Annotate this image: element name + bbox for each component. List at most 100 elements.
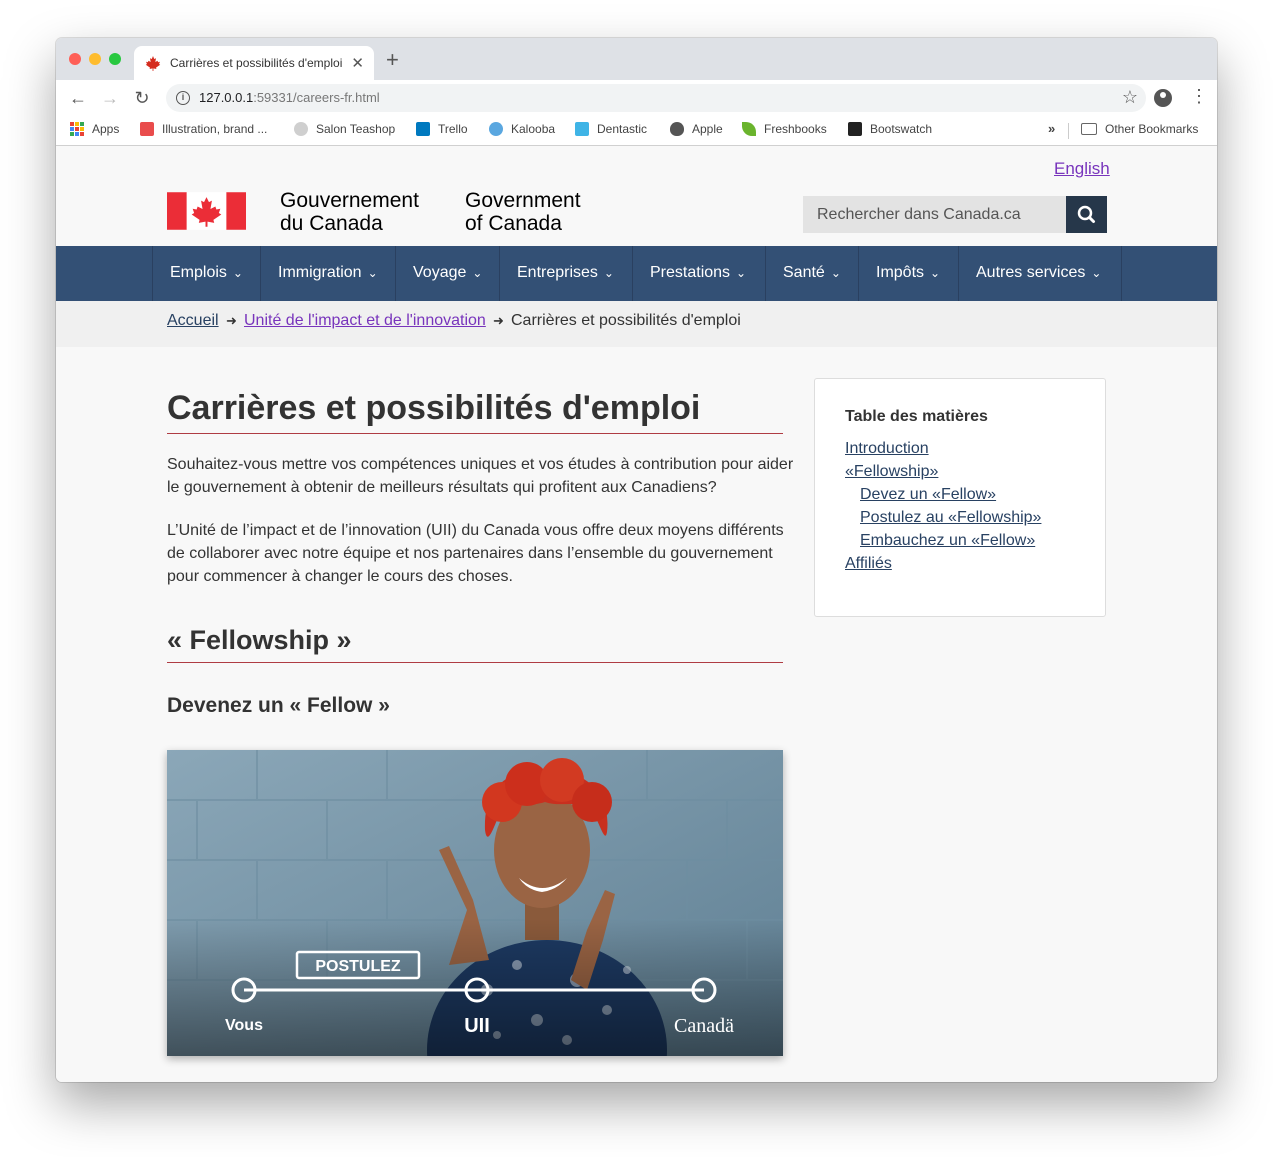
folder-icon xyxy=(1081,123,1097,135)
toc-link-introduction[interactable]: Introduction xyxy=(845,440,929,458)
bookmarks-divider xyxy=(1068,123,1069,139)
bootswatch-favicon-icon xyxy=(848,122,862,136)
signature-fr-line2: du Canada xyxy=(280,212,383,235)
bookmark-star-icon[interactable]: ☆ xyxy=(1122,87,1138,108)
signature-english: Government of Canada xyxy=(465,189,581,235)
close-window-button[interactable] xyxy=(69,53,81,65)
bookmark-trello[interactable]: Trello xyxy=(416,122,468,136)
bookmark-label: Apple xyxy=(692,122,723,136)
main-menu: Emplois ⌄ Immigration ⌄ Voyage ⌄ Entreprise… xyxy=(56,246,1217,301)
menu-item-sante[interactable]: Santé ⌄ xyxy=(765,246,858,301)
toc-link-hire-fellow[interactable]: Embauchez un «Fellow» xyxy=(860,532,1035,550)
arrow-right-icon: ➜ xyxy=(493,313,504,328)
browser-window: Carrières et possibilités d'emploi ✕ + ←… xyxy=(56,38,1217,1082)
browser-toolbar: ← → ↻ i 127.0.0.1:59331/careers-fr.html … xyxy=(56,80,1217,116)
address-bar[interactable]: i 127.0.0.1:59331/careers-fr.html ☆ xyxy=(166,84,1146,112)
toc-link-fellowship[interactable]: «Fellowship» xyxy=(845,463,938,481)
signature-en-line1: Government xyxy=(465,189,581,212)
profile-avatar-icon[interactable] xyxy=(1154,89,1172,107)
zoom-window-button[interactable] xyxy=(109,53,121,65)
chevron-down-icon: ⌄ xyxy=(367,266,378,280)
bookmark-illustration[interactable]: Illustration, brand ... xyxy=(140,122,267,136)
bookmark-other-folder[interactable]: Other Bookmarks xyxy=(1081,122,1198,136)
intro-paragraph-2: L’Unité de l’impact et de l’innovation (… xyxy=(167,522,784,585)
bookmarks-overflow-chevron[interactable]: » xyxy=(1048,121,1055,136)
apply-label: POSTULEZ xyxy=(315,958,401,975)
intro-paragraph-1: Souhaitez-vous mettre vos compétences un… xyxy=(167,456,794,496)
canada-flag-icon xyxy=(167,192,246,230)
chevron-down-icon: ⌄ xyxy=(736,266,747,280)
trello-icon xyxy=(416,122,430,136)
toc-link-become-fellow[interactable]: Devez un «Fellow» xyxy=(860,486,996,504)
menu-label: Prestations xyxy=(650,264,731,281)
maple-leaf-icon xyxy=(145,56,161,71)
menu-label: Immigration xyxy=(278,264,362,281)
breadcrumb-current: Carrières et possibilités d'emploi xyxy=(511,312,741,329)
toc-link-affilies[interactable]: Affiliés xyxy=(845,555,892,573)
section-underline xyxy=(167,662,783,663)
bookmark-freshbooks[interactable]: Freshbooks xyxy=(742,122,827,136)
chevron-down-icon: ⌄ xyxy=(830,266,841,280)
site-search-input[interactable]: Rechercher dans Canada.ca xyxy=(803,196,1066,233)
menu-item-impots[interactable]: Impôts ⌄ xyxy=(858,246,958,301)
new-tab-button[interactable]: + xyxy=(386,49,399,71)
url-text[interactable]: 127.0.0.1:59331/careers-fr.html xyxy=(199,90,380,105)
bookmark-salon-teashop[interactable]: Salon Teashop xyxy=(294,122,395,136)
apple-icon xyxy=(670,122,684,136)
reload-button[interactable]: ↻ xyxy=(130,86,154,110)
browser-tab-active[interactable]: Carrières et possibilités d'emploi ✕ xyxy=(134,46,374,80)
bookmark-dentastic[interactable]: Dentastic xyxy=(575,122,647,136)
search-button[interactable] xyxy=(1066,196,1107,233)
hero-illustration: POSTULEZ Vous UII Canadä xyxy=(167,750,783,1056)
menu-label: Entreprises xyxy=(517,264,598,281)
bookmark-apple[interactable]: Apple xyxy=(670,122,723,136)
breadcrumb-home-link[interactable]: Accueil xyxy=(167,312,219,330)
close-tab-icon[interactable]: ✕ xyxy=(351,54,364,72)
url-path: :59331/careers-fr.html xyxy=(253,90,380,105)
section-heading-fellowship: « Fellowship » xyxy=(167,625,352,655)
menu-item-entreprises[interactable]: Entreprises ⌄ xyxy=(499,246,632,301)
chevron-down-icon: ⌄ xyxy=(1091,266,1102,280)
menu-item-emplois[interactable]: Emplois ⌄ xyxy=(152,246,260,301)
signature-en-line2: of Canada xyxy=(465,212,562,235)
page-title: Carrières et possibilités d'emploi xyxy=(167,389,701,427)
minimize-window-button[interactable] xyxy=(89,53,101,65)
menu-divider xyxy=(1121,246,1122,301)
fellowship-hero-image: POSTULEZ Vous UII Canadä xyxy=(167,750,783,1056)
kalooba-favicon-icon xyxy=(489,122,503,136)
teashop-favicon-icon xyxy=(294,122,308,136)
breadcrumb: Accueil ➜ Unité de l'impact et de l'inno… xyxy=(56,301,1217,347)
menu-label: Voyage xyxy=(413,264,467,281)
dentastic-favicon-icon xyxy=(575,122,589,136)
forward-button[interactable]: → xyxy=(98,86,122,110)
menu-label: Santé xyxy=(783,264,825,281)
browser-menu-icon[interactable]: ⋮ xyxy=(1190,86,1208,107)
tab-strip: Carrières et possibilités d'emploi ✕ + xyxy=(56,38,1217,80)
toc-link-apply-fellowship[interactable]: Postulez au «Fellowship» xyxy=(860,509,1041,527)
info-icon[interactable]: i xyxy=(176,91,190,105)
arrow-right-icon: ➜ xyxy=(226,313,237,328)
back-button[interactable]: ← xyxy=(66,86,90,110)
breadcrumb-parent-link[interactable]: Unité de l'impact et de l'innovation xyxy=(244,312,486,330)
bookmarks-bar: Apps Illustration, brand ... Salon Teash… xyxy=(56,116,1217,146)
bookmark-label: Other Bookmarks xyxy=(1105,122,1199,136)
bookmark-label: Dentastic xyxy=(597,122,648,136)
menu-label: Autres services xyxy=(976,264,1086,281)
uii-logo-label: UII xyxy=(464,1015,490,1037)
chevron-down-icon: ⌄ xyxy=(930,266,941,280)
title-underline xyxy=(167,433,783,434)
apps-grid-icon xyxy=(70,122,84,136)
toc-title: Table des matières xyxy=(845,408,988,425)
bookmark-label: Bootswatch xyxy=(870,122,933,136)
bookmark-kalooba[interactable]: Kalooba xyxy=(489,122,555,136)
menu-item-prestations[interactable]: Prestations ⌄ xyxy=(632,246,765,301)
menu-item-autres-services[interactable]: Autres services ⌄ xyxy=(958,246,1121,301)
bookmark-apps[interactable]: Apps xyxy=(70,122,119,136)
menu-item-voyage[interactable]: Voyage ⌄ xyxy=(395,246,499,301)
menu-item-immigration[interactable]: Immigration ⌄ xyxy=(260,246,395,301)
chevron-down-icon: ⌄ xyxy=(603,266,614,280)
language-toggle-link[interactable]: English xyxy=(1054,159,1110,179)
freshbooks-leaf-icon xyxy=(742,122,756,136)
chevron-down-icon: ⌄ xyxy=(472,266,483,280)
bookmark-bootswatch[interactable]: Bootswatch xyxy=(848,122,932,136)
